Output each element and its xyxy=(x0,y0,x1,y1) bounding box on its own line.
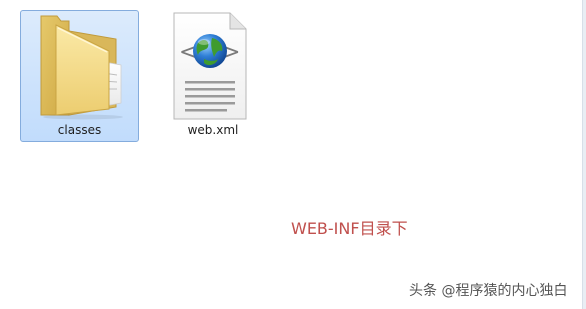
folder-label: classes xyxy=(57,123,102,137)
file-label: web.xml xyxy=(187,123,239,137)
annotation-text: WEB-INF目录下 xyxy=(291,219,408,238)
scrollbar-edge[interactable] xyxy=(582,0,586,309)
folder-icon xyxy=(40,15,123,120)
file-item-web-xml[interactable]: < > web.xml xyxy=(157,10,269,142)
file-explorer-pane: classes < > web.xml WEB-INF目录下 头条 @程序猿的内… xyxy=(0,0,586,309)
folder-item-classes[interactable]: classes xyxy=(20,10,139,142)
watermark-text: 头条 @程序猿的内心独白 xyxy=(409,283,568,299)
xml-file-icon: < > xyxy=(173,12,247,120)
